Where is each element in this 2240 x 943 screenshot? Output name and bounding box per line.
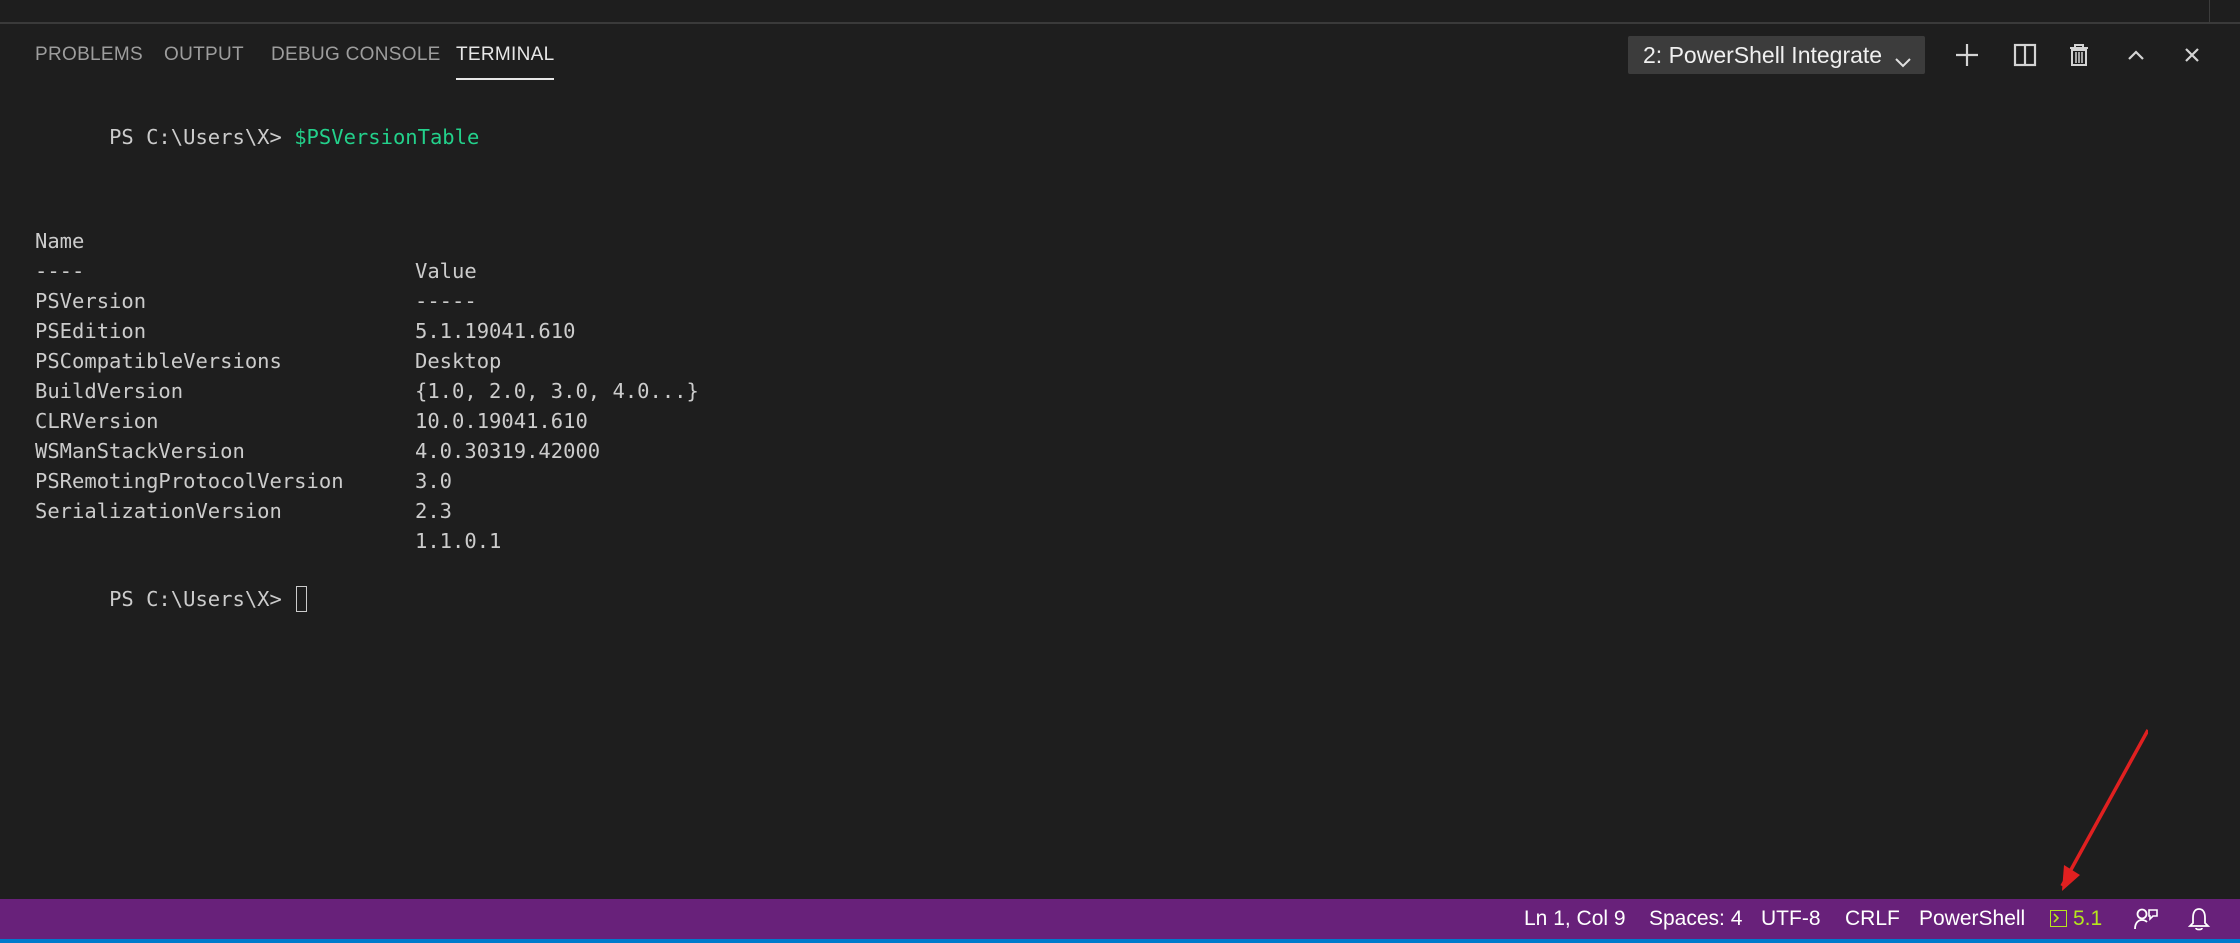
row-value: 10.0.19041.610 xyxy=(415,409,588,433)
status-bar: Ln 1, Col 9 Spaces: 4 UTF-8 CRLF PowerSh… xyxy=(0,899,2240,943)
table-row: CLRVersion 4.0.30319.42000 xyxy=(35,376,600,463)
table-separator: ---- ----- xyxy=(35,226,477,313)
powershell-version: 5.1 xyxy=(2073,907,2103,930)
terminal-selector-label: 2: PowerShell Integrated xyxy=(1643,42,1883,68)
notifications-button[interactable] xyxy=(2185,905,2213,933)
powershell-icon xyxy=(2050,910,2067,927)
chevron-down-icon xyxy=(1893,45,1913,68)
tab-debug-console[interactable]: DEBUG CONSOLE xyxy=(271,44,441,78)
terminal-cursor xyxy=(296,586,308,612)
split-icon xyxy=(2008,38,2042,72)
terminal-command-line: PS C:\Users\X> $PSVersionTable xyxy=(35,92,479,149)
terminal-prompt-line: PS C:\Users\X> xyxy=(35,554,308,612)
terminal-output[interactable]: PS C:\Users\X> $PSVersionTable Name Valu… xyxy=(35,90,2195,890)
scrollbar-edge xyxy=(2209,0,2210,22)
vscode-panel-window: PROBLEMS OUTPUT DEBUG CONSOLE TERMINAL 2… xyxy=(0,0,2240,943)
table-row: WSManStackVersion 3.0 xyxy=(35,406,452,493)
language-mode[interactable]: PowerShell xyxy=(1919,899,2025,939)
close-panel-button[interactable] xyxy=(2175,38,2209,72)
terminal-command: $PSVersionTable xyxy=(294,125,480,149)
editor-area-edge xyxy=(0,0,2240,24)
row-value: Desktop xyxy=(415,349,502,373)
maximize-panel-button[interactable] xyxy=(2119,38,2153,72)
row-value: {1.0, 2.0, 3.0, 4.0...} xyxy=(415,379,699,403)
tab-output[interactable]: OUTPUT xyxy=(164,44,244,78)
indentation-setting[interactable]: Spaces: 4 xyxy=(1649,899,1742,939)
table-row: BuildVersion 10.0.19041.610 xyxy=(35,346,588,433)
table-row: PSEdition Desktop xyxy=(35,286,501,373)
row-value: 2.3 xyxy=(415,499,453,523)
panel-header: PROBLEMS OUTPUT DEBUG CONSOLE TERMINAL 2… xyxy=(0,24,2240,86)
row-value: 3.0 xyxy=(415,469,453,493)
cursor-position[interactable]: Ln 1, Col 9 xyxy=(1524,899,1626,939)
trash-icon xyxy=(2062,38,2096,72)
table-row: PSCompatibleVersions {1.0, 2.0, 3.0, 4.0… xyxy=(35,316,699,403)
powershell-version-indicator[interactable]: 5.1 xyxy=(2050,899,2102,939)
tab-terminal[interactable]: TERMINAL xyxy=(456,44,555,80)
red-annotation-arrow xyxy=(2060,729,2148,891)
row-value: 5.1.19041.610 xyxy=(415,319,576,343)
feedback-button[interactable] xyxy=(2132,905,2160,933)
feedback-icon xyxy=(2132,905,2160,933)
separator-value: ----- xyxy=(415,289,477,313)
terminal-selector-dropdown[interactable]: 2: PowerShell Integrated xyxy=(1628,36,1925,74)
terminal-prompt: PS C:\Users\X> xyxy=(109,587,295,611)
chevron-up-icon xyxy=(2119,38,2153,72)
plus-icon xyxy=(1950,38,1984,72)
column-header-value: Value xyxy=(415,259,477,283)
tab-problems[interactable]: PROBLEMS xyxy=(35,44,143,78)
encoding-setting[interactable]: UTF-8 xyxy=(1761,899,1821,939)
row-value: 4.0.30319.42000 xyxy=(415,439,601,463)
bell-icon xyxy=(2185,905,2213,933)
table-row: SerializationVersion 1.1.0.1 xyxy=(35,466,501,553)
close-icon xyxy=(2175,38,2209,72)
table-row: PSRemotingProtocolVersion 2.3 xyxy=(35,436,452,523)
row-value: 1.1.0.1 xyxy=(415,529,502,553)
table-header: Name Value xyxy=(35,196,477,283)
status-bar-bottom-edge xyxy=(0,939,2240,943)
split-terminal-button[interactable] xyxy=(2008,38,2042,72)
row-name: SerializationVersion xyxy=(35,499,282,523)
new-terminal-button[interactable] xyxy=(1950,38,1984,72)
eol-setting[interactable]: CRLF xyxy=(1845,899,1900,939)
kill-terminal-button[interactable] xyxy=(2062,38,2096,72)
table-row: PSVersion 5.1.19041.610 xyxy=(35,256,575,343)
terminal-prompt: PS C:\Users\X> xyxy=(109,125,295,149)
